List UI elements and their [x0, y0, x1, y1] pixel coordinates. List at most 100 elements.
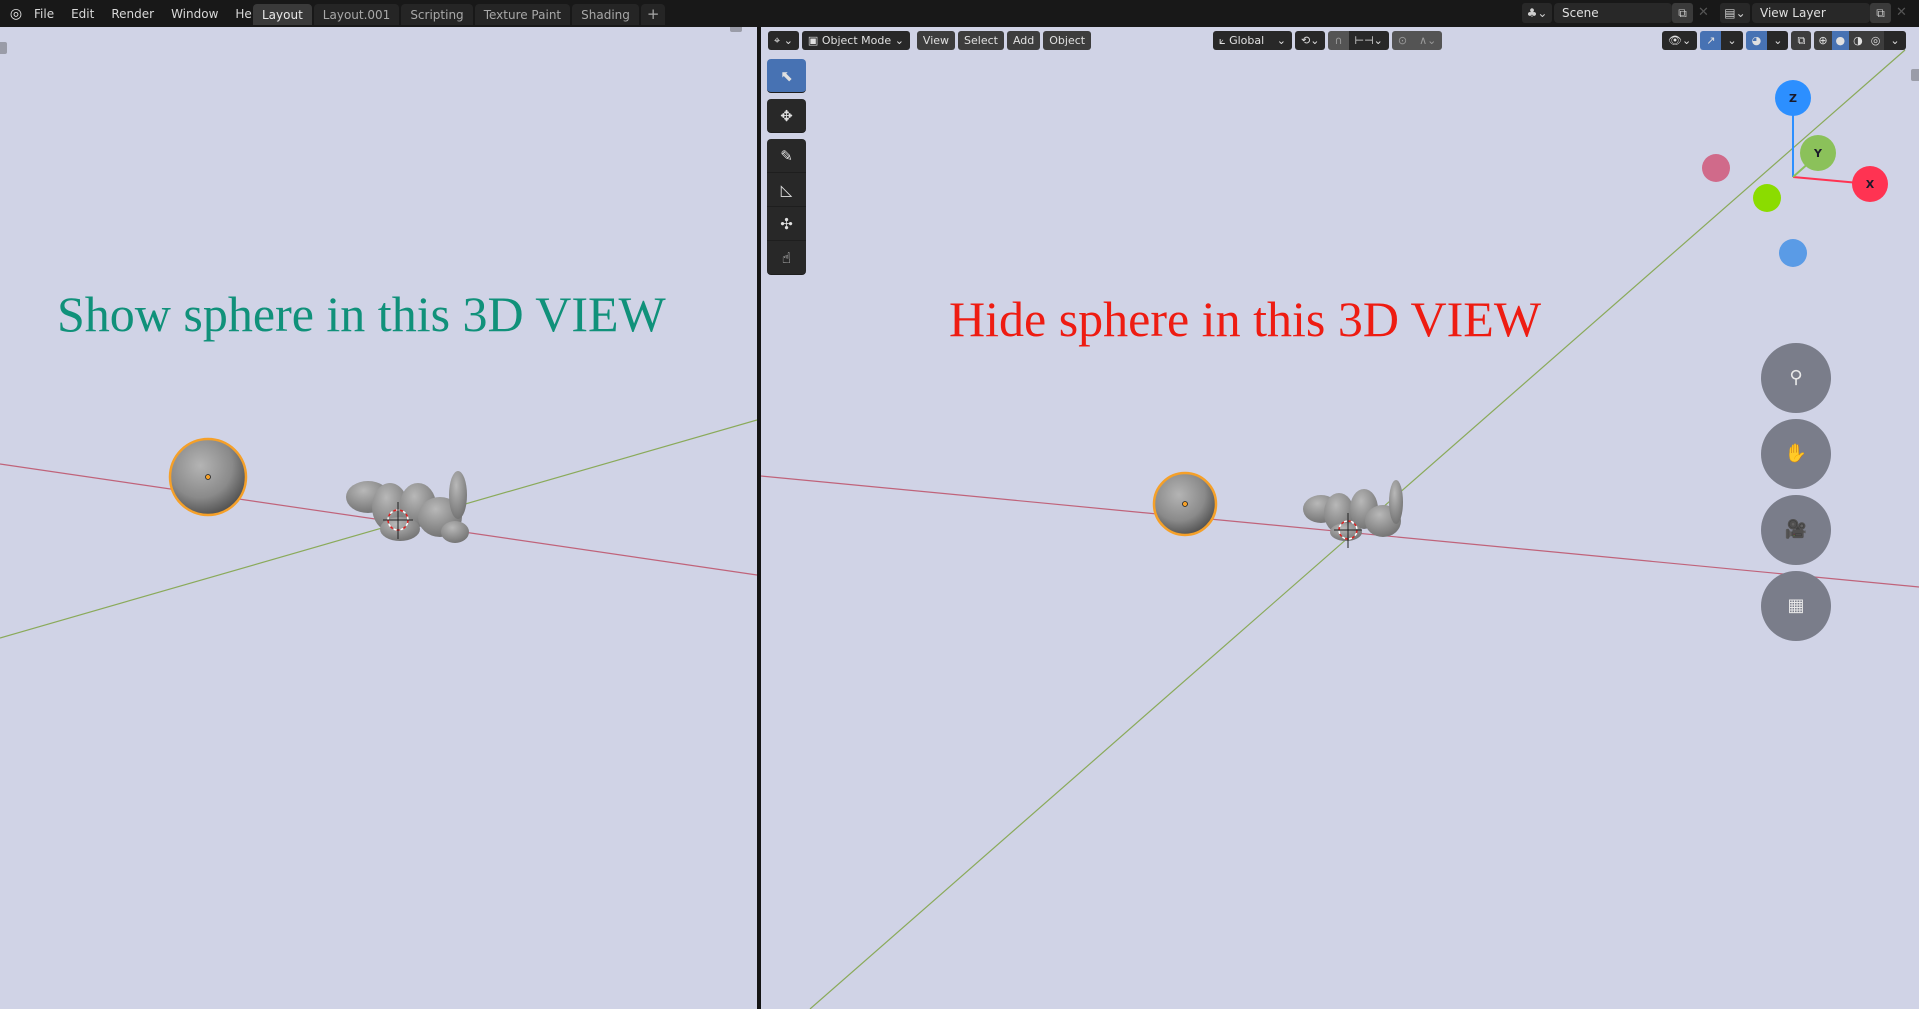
proportional-icon: ⊙ [1397, 33, 1408, 47]
object-mode-icon: ▣ [807, 33, 819, 47]
rock-object[interactable] [1303, 480, 1403, 541]
right-viewport-scene: Z Y X [761, 49, 1919, 1009]
shading-dropdown[interactable]: ⌄ [1884, 30, 1906, 50]
menu-window[interactable]: Window [171, 7, 218, 21]
navigation-gizmo[interactable]: Z Y X [1702, 80, 1888, 267]
view-layer-name-field[interactable]: View Layer [1752, 3, 1870, 23]
left-3d-viewport[interactable]: Show sphere in this 3D VIEW [0, 27, 757, 1009]
scene-close-button[interactable]: ✕ [1693, 3, 1714, 23]
scene-icon[interactable]: ♣⌄ [1522, 3, 1552, 23]
snap-increment-icon: ⊢⊣ [1354, 33, 1374, 47]
view-layer-icon[interactable]: ▤⌄ [1720, 3, 1750, 23]
main-menu: File Edit Render Window Help [34, 0, 280, 27]
tool-select-box[interactable]: ⬉ [767, 59, 806, 93]
left-header-expand-handle[interactable] [730, 27, 742, 32]
menu-file[interactable]: File [34, 7, 54, 21]
eye-icon: 👁 [1668, 33, 1682, 47]
sidebar-expand-handle[interactable] [1911, 69, 1919, 81]
add-workspace-button[interactable]: + [640, 4, 666, 25]
left-toolbar-expand-handle[interactable] [0, 42, 7, 54]
sphere-object[interactable] [1152, 471, 1218, 537]
proportional-edit-toggle[interactable]: ⊙ [1391, 30, 1414, 50]
shading-wireframe[interactable]: ⊕ [1814, 30, 1832, 50]
rock-object[interactable] [346, 471, 469, 543]
shading-material[interactable]: ◑ [1849, 30, 1867, 50]
xray-icon: ⧉ [1797, 33, 1806, 47]
annotate-icon: ✎ [780, 147, 793, 165]
zoom-view-button[interactable]: ⚲ [1761, 343, 1831, 413]
tab-texture-paint[interactable]: Texture Paint [474, 4, 571, 25]
tool-move[interactable]: ✥ [767, 99, 806, 133]
menu-view[interactable]: View [916, 30, 956, 50]
tab-layout[interactable]: Layout [253, 4, 312, 25]
pivot-icon: ⟲ [1301, 33, 1311, 47]
measure-icon: ◺ [780, 181, 793, 199]
falloff-dropdown[interactable]: ∧⌄ [1413, 30, 1443, 50]
grid-icon: ▦ [1787, 595, 1805, 616]
workspace-tabs: Layout Layout.001 Scripting Texture Pain… [253, 4, 667, 27]
viewport-header-left: ⌖ ⌄ ▣ Object Mode ⌄ View Select Add Obje… [768, 30, 1094, 50]
overlays-toggle[interactable]: ◕ [1745, 30, 1768, 50]
pan-view-button[interactable]: ✋ [1761, 419, 1831, 489]
scene-name-field[interactable]: Scene [1554, 3, 1672, 23]
right-annotation-text: Hide sphere in this 3D VIEW [949, 291, 1542, 347]
gizmo-dropdown[interactable]: ⌄ [1721, 30, 1743, 50]
view-layer-close-button[interactable]: ✕ [1891, 3, 1912, 23]
shading-rendered[interactable]: ◎ [1866, 30, 1885, 50]
camera-view-button[interactable]: 🎥 [1761, 495, 1831, 565]
move-icon: ✥ [780, 107, 793, 125]
overlays-icon: ◕ [1751, 33, 1762, 47]
tab-scripting[interactable]: Scripting [401, 4, 473, 25]
gizmo-z-label: Z [1789, 92, 1797, 105]
scene-selector: ♣⌄ Scene ⧉ ✕ [1522, 2, 1714, 24]
y-axis-line [0, 419, 757, 639]
snap-target-dropdown[interactable]: ⊢⊣⌄ [1348, 30, 1389, 50]
magnet-icon: ∩ [1334, 33, 1343, 47]
menu-edit[interactable]: Edit [71, 7, 94, 21]
menu-render[interactable]: Render [111, 7, 154, 21]
add-cube-icon: ✣ [780, 215, 793, 233]
overlays-dropdown[interactable]: ⌄ [1767, 30, 1789, 50]
sphere-object[interactable] [168, 437, 248, 517]
menu-add[interactable]: Add [1006, 30, 1041, 50]
view-layer-copy-button[interactable]: ⧉ [1870, 3, 1891, 23]
xray-toggle[interactable]: ⧉ [1791, 30, 1812, 50]
viewport-header-center: ⟀ Global ⌄ ⟲⌄ ∩ ⊢⊣⌄ ⊙ ∧⌄ [1213, 30, 1445, 50]
snap-toggle[interactable]: ∩ [1328, 30, 1349, 50]
blender-logo-icon[interactable]: ◎ [7, 5, 25, 23]
hand-icon: ✋ [1784, 443, 1808, 464]
tool-cursor[interactable]: ☝ [767, 241, 806, 275]
pivot-point-dropdown[interactable]: ⟲⌄ [1295, 30, 1326, 50]
solid-icon: ● [1835, 33, 1846, 47]
top-bar: ◎ File Edit Render Window Help Layout La… [0, 0, 1919, 27]
left-annotation-text: Show sphere in this 3D VIEW [57, 286, 666, 342]
menu-select[interactable]: Select [958, 30, 1004, 50]
gizmo-x-label: X [1866, 178, 1875, 191]
orientation-icon: ⟀ [1219, 33, 1226, 47]
camera-icon: 🎥 [1784, 519, 1808, 540]
cursor-icon: ☝ [781, 249, 792, 267]
wireframe-icon: ⊕ [1818, 33, 1828, 47]
rendered-icon: ◎ [1870, 33, 1881, 47]
transform-orientation-dropdown[interactable]: ⟀ Global ⌄ [1213, 30, 1292, 50]
editor-type-button[interactable]: ⌖ ⌄ [768, 30, 799, 50]
zoom-icon: ⚲ [1789, 367, 1803, 388]
visibility-dropdown[interactable]: 👁⌄ [1662, 30, 1698, 50]
gizmo-neg-z [1779, 239, 1807, 267]
tab-layout-001[interactable]: Layout.001 [313, 4, 400, 25]
mode-dropdown[interactable]: ▣ Object Mode ⌄ [801, 30, 910, 50]
tool-shelf: ⬉ ✥ ✎ ◺ ✣ ☝ [767, 59, 806, 275]
tool-annotate[interactable]: ✎ [767, 139, 806, 173]
scene-copy-button[interactable]: ⧉ [1672, 3, 1693, 23]
tool-measure[interactable]: ◺ [767, 173, 806, 207]
perspective-toggle-button[interactable]: ▦ [1761, 571, 1831, 641]
shading-solid[interactable]: ● [1831, 30, 1850, 50]
tab-shading[interactable]: Shading [572, 4, 639, 25]
falloff-icon: ∧ [1419, 33, 1428, 47]
menu-object[interactable]: Object [1043, 30, 1092, 50]
gizmo-toggle[interactable]: ↗ [1700, 30, 1722, 50]
tool-add-cube[interactable]: ✣ [767, 207, 806, 241]
viewport-header-right: 👁⌄ ↗ ⌄ ◕ ⌄ ⧉ ⊕ ● ◑ ◎ ⌄ [1662, 30, 1909, 50]
gizmo-y-label: Y [1813, 147, 1823, 160]
right-3d-viewport[interactable]: Z Y X Hide sphere in this 3D VIEW ⌖ ⌄ ▣ … [761, 27, 1919, 1009]
